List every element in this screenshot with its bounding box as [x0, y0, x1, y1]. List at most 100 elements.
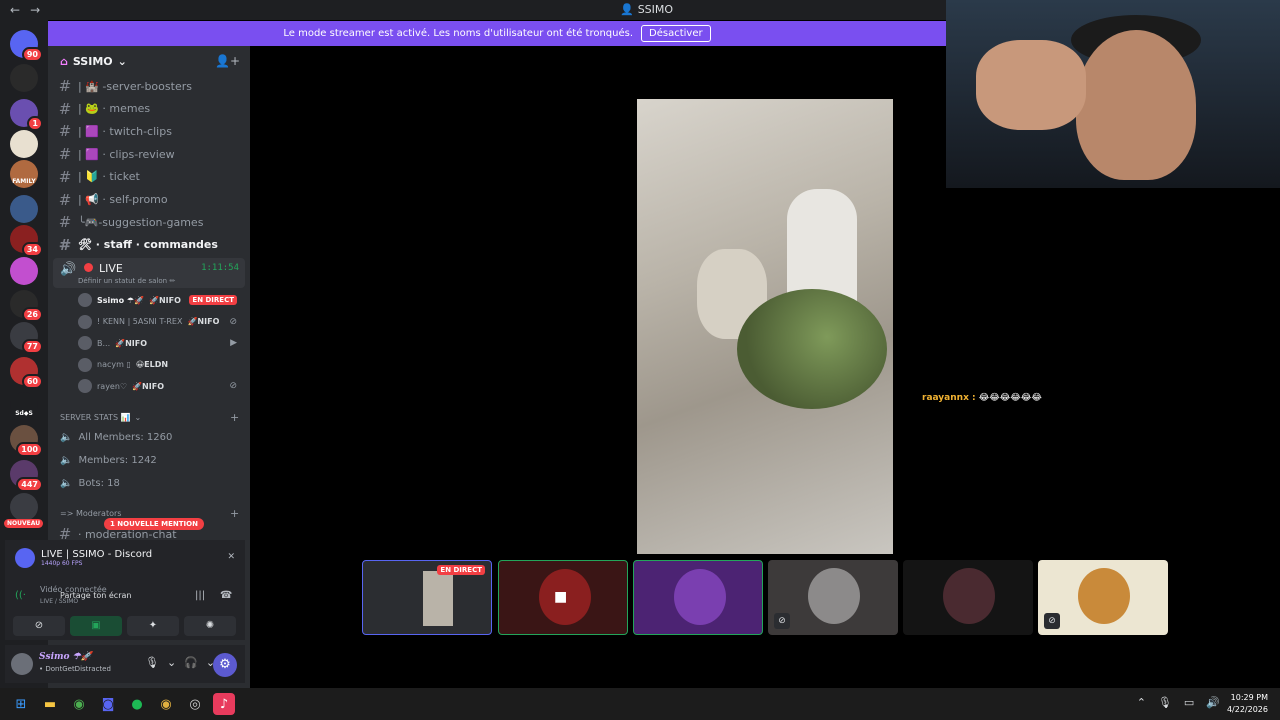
channel-item[interactable]: # | 🔰 · ticket [58, 167, 246, 187]
channel-name: | 🟪 · clips-review [78, 147, 175, 161]
volume-icon[interactable]: 🔊 [1206, 696, 1220, 709]
voice-user[interactable]: rayen♡ 🚀NIFO ⊘ [78, 376, 243, 396]
new-badge[interactable]: NOUVEAU [4, 519, 44, 528]
soundboard-button[interactable]: ✺ [184, 616, 236, 636]
chrome-icon[interactable]: ◉ [68, 693, 90, 715]
share-screen-tooltip: Partage ton écran [60, 591, 132, 600]
voice-user[interactable]: B... 🚀NIFO ▶ [78, 333, 243, 353]
channel-item[interactable]: # | 🟪 · clips-review [58, 144, 246, 164]
server-icon[interactable] [10, 130, 38, 158]
discord-icon[interactable]: ◙ [97, 693, 119, 715]
window-title: 👤 SSIMO [620, 3, 674, 16]
add-channel-icon[interactable]: + [230, 411, 239, 424]
tile-user-5[interactable] [903, 560, 1033, 635]
server-label: Sd◆S [15, 410, 33, 417]
invite-icon[interactable]: 👤+ [215, 54, 240, 68]
file-explorer-icon[interactable]: ▬ [39, 693, 61, 715]
chrome-alt-icon[interactable]: ◉ [155, 693, 177, 715]
disconnect-icon[interactable]: ☎ [220, 590, 232, 601]
user-status[interactable]: • DontGetDistracted [39, 665, 111, 673]
server-icon[interactable]: 34 [10, 225, 43, 257]
tile-user-3[interactable] [633, 560, 763, 635]
server-icon[interactable]: 447 [10, 460, 43, 492]
channel-name: | 🟪 · twitch-clips [78, 124, 172, 138]
add-channel-icon[interactable]: + [230, 507, 239, 520]
server-icon[interactable] [10, 493, 38, 521]
channel-name: | 🏰 -server-boosters [78, 79, 192, 93]
stream-quality: 1440p 60 FPS [41, 560, 83, 567]
new-mention-badge[interactable]: 1 NOUVELLE MENTION [104, 518, 204, 530]
server-icon[interactable]: Sd◆S [10, 392, 38, 420]
activities-button[interactable]: ✦ [127, 616, 179, 636]
category-server-stats[interactable]: SERVER STATS 📊 ⌄ + [60, 411, 239, 424]
soundboard-icon[interactable]: ||| [195, 590, 205, 601]
server-icon[interactable]: FAMILY [10, 160, 38, 188]
channel-item[interactable]: # ╰🎮-suggestion-games [58, 212, 246, 232]
voice-channel-live[interactable]: 🔊 LIVE Définir un statut de salon ✏ 1:11… [53, 258, 245, 288]
chevron-up-icon[interactable]: ⌃ [1137, 696, 1146, 709]
avatar[interactable] [11, 653, 33, 675]
server-icon[interactable] [10, 257, 38, 285]
server-icon[interactable]: 60 [10, 357, 43, 389]
channel-item[interactable]: # | 🏰 -server-boosters [58, 76, 246, 96]
chevron-down-icon[interactable]: ⌄ [167, 656, 176, 669]
close-stream-icon[interactable]: ✕ [227, 552, 235, 562]
channel-item[interactable]: # | 🟪 · twitch-clips [58, 121, 246, 141]
stat-bots[interactable]: 🔈 Bots: 18 [60, 478, 120, 489]
server-icon[interactable] [10, 195, 38, 223]
hash-icon: # [58, 145, 72, 164]
server-icon[interactable]: 26 [10, 290, 43, 322]
channel-item[interactable]: # 🛠 · staff · commandes [58, 235, 246, 255]
back-arrow-icon[interactable]: ← [10, 3, 20, 17]
live-badge: EN DIRECT [437, 565, 485, 575]
microphone-icon[interactable]: 🎙 [145, 656, 159, 669]
username[interactable]: Ssimo ☂🚀 [39, 652, 92, 662]
server-label: FAMILY [12, 178, 36, 185]
channel-item[interactable]: # | 📢 · self-promo [58, 190, 246, 210]
share-screen-button[interactable]: ▣ [70, 616, 122, 636]
avatar [808, 568, 860, 624]
muted-icon: ⊘ [1044, 613, 1060, 629]
stream-video[interactable] [637, 99, 893, 554]
tile-user-2[interactable]: ■ [498, 560, 628, 635]
role-tag: 🚀NIFO [115, 338, 148, 348]
spotify-icon[interactable]: ● [126, 693, 148, 715]
headphones-icon[interactable]: 🎧 [184, 656, 198, 669]
server-icon[interactable]: 1 [10, 99, 43, 131]
mention-badge: 34 [21, 242, 43, 257]
stat-members[interactable]: 🔈 Members: 1242 [60, 455, 157, 466]
tile-stream-preview[interactable]: EN DIRECT [362, 560, 492, 635]
signal-icon: ((· [15, 590, 26, 601]
tiktok-icon[interactable]: ♪ [213, 693, 235, 715]
muted-icon: ⊘ [229, 381, 237, 391]
tile-user-4[interactable]: ⊘ [768, 560, 898, 635]
tile-user-6[interactable]: ⊘ [1038, 560, 1168, 635]
hash-icon: # [58, 122, 72, 141]
hash-icon: # [58, 77, 72, 95]
voice-user[interactable]: Ssimo ☂🚀 🚀NIFO EN DIRECT [78, 290, 243, 310]
voice-user[interactable]: nacym ▯ 😀ELDN [78, 355, 243, 375]
windows-start-icon[interactable]: ⊞ [10, 693, 32, 715]
channel-item[interactable]: # | 🐸 · memes [58, 99, 246, 119]
voice-status[interactable]: Définir un statut de salon ✏ [78, 277, 175, 285]
voice-user-name: rayen♡ [97, 381, 128, 391]
server-icon[interactable]: 100 [10, 425, 43, 457]
server-icon[interactable]: 77 [10, 322, 43, 354]
voice-user[interactable]: ! KENN | 5ASNI T-REX 🚀NIFO ⊘ [78, 312, 243, 332]
camera-off-button[interactable]: ⊘ [13, 616, 65, 636]
clock[interactable]: 10:29 PM 4/22/2026 [1227, 692, 1268, 716]
network-icon[interactable]: ▭ [1184, 696, 1194, 709]
hash-icon: # [58, 167, 72, 186]
forward-arrow-icon[interactable]: → [30, 3, 40, 17]
streamer-mode-banner: Le mode streamer est activé. Les noms d'… [48, 21, 946, 46]
speaker-icon: 🔈 [60, 455, 73, 466]
gear-icon[interactable]: ⚙ [213, 653, 237, 677]
category-moderators[interactable]: => Moderators + [60, 507, 239, 520]
stat-all-members[interactable]: 🔈 All Members: 1260 [60, 432, 172, 443]
obs-icon[interactable]: ◎ [184, 693, 206, 715]
microphone-icon[interactable]: 🎙 [1158, 696, 1172, 709]
server-icon[interactable] [10, 64, 38, 92]
muted-icon: ⊘ [229, 316, 237, 327]
disable-streamer-mode-button[interactable]: Désactiver [641, 25, 711, 42]
server-icon[interactable]: 90 [10, 30, 43, 62]
